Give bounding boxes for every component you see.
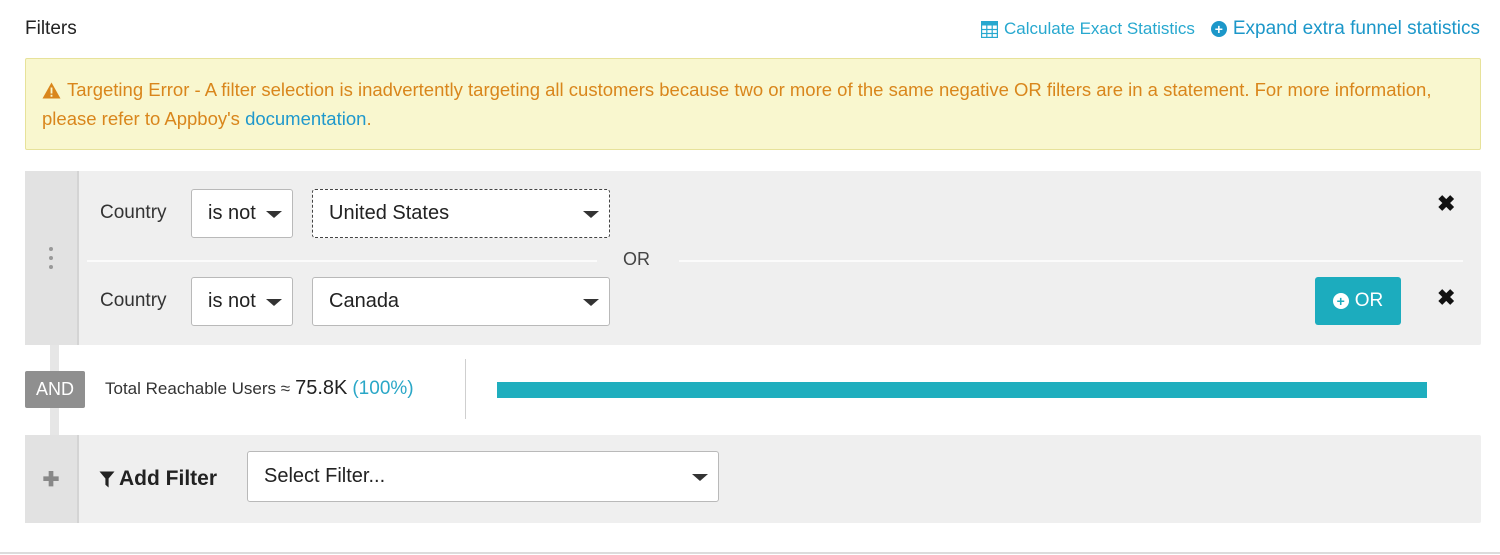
calculate-exact-statistics-link[interactable]: Calculate Exact Statistics bbox=[981, 19, 1195, 39]
reachable-users-label: Total Reachable Users ≈ bbox=[105, 379, 291, 398]
or-divider-line bbox=[87, 260, 597, 262]
filters-title: Filters bbox=[25, 18, 77, 39]
stats-divider bbox=[465, 359, 466, 419]
filter-group: Country is not United States ✖ OR Countr… bbox=[25, 171, 1481, 345]
remove-filter-row-2-icon[interactable]: ✖ bbox=[1437, 287, 1455, 309]
plus-circle-icon: + bbox=[1332, 293, 1349, 309]
or-separator-label: OR bbox=[623, 249, 650, 269]
select-filter-dropdown[interactable]: Select Filter... bbox=[247, 451, 719, 502]
filter-row-1-value-select[interactable]: United States bbox=[312, 189, 610, 238]
add-group-plus-icon[interactable]: ✚ bbox=[25, 435, 79, 523]
calculator-icon bbox=[981, 20, 998, 38]
or-divider-line bbox=[679, 260, 1463, 262]
add-filter-label: Add Filter bbox=[119, 467, 217, 490]
add-filter-row: ✚ Add Filter Select Filter... bbox=[25, 435, 1481, 523]
remove-filter-row-1-icon[interactable]: ✖ bbox=[1437, 193, 1455, 215]
chevron-down-icon bbox=[583, 298, 599, 306]
reachable-users-stats: Total Reachable Users ≈ 75.8K (100%) bbox=[105, 377, 414, 400]
header-links: Calculate Exact Statistics + Expand extr… bbox=[981, 18, 1480, 40]
chevron-down-icon bbox=[266, 210, 282, 218]
filters-header: Filters Calculate Exact Statistics + Exp… bbox=[25, 14, 1480, 48]
warning-triangle-icon bbox=[42, 82, 61, 99]
filter-row-2-operator-select[interactable]: is not bbox=[191, 277, 293, 326]
expand-funnel-statistics-link[interactable]: + Expand extra funnel statistics bbox=[1210, 18, 1480, 40]
filter-row-1-operator-value: is not bbox=[208, 202, 256, 224]
filter-row-2-value: Canada bbox=[329, 290, 400, 312]
vertical-dots-icon bbox=[49, 247, 53, 269]
select-filter-placeholder: Select Filter... bbox=[264, 465, 386, 487]
add-or-filter-button[interactable]: + OR bbox=[1315, 277, 1401, 325]
targeting-error-banner: Targeting Error - A filter selection is … bbox=[25, 58, 1481, 150]
plus-circle-icon: + bbox=[1210, 21, 1227, 37]
chevron-down-icon bbox=[692, 473, 708, 481]
add-or-filter-label: OR bbox=[1354, 290, 1384, 311]
drag-handle[interactable] bbox=[25, 171, 79, 345]
reachable-users-bar bbox=[497, 382, 1427, 398]
documentation-link[interactable]: documentation bbox=[245, 108, 366, 129]
add-filter-label-group: Add Filter bbox=[99, 467, 217, 491]
bottom-divider bbox=[0, 552, 1500, 554]
reachable-users-bar-fill bbox=[497, 382, 1427, 398]
expand-funnel-statistics-label: Expand extra funnel statistics bbox=[1232, 18, 1480, 39]
calculate-exact-statistics-label: Calculate Exact Statistics bbox=[1004, 19, 1195, 38]
filter-row-1-operator-select[interactable]: is not bbox=[191, 189, 293, 238]
filter-row-2-operator-value: is not bbox=[208, 290, 256, 312]
and-badge: AND bbox=[25, 371, 85, 408]
filter-row-2-value-select[interactable]: Canada bbox=[312, 277, 610, 326]
warning-trailing: . bbox=[366, 108, 372, 129]
filter-row-1-value: United States bbox=[329, 202, 450, 224]
filter-row-1-label: Country bbox=[100, 202, 167, 223]
reachable-users-count: 75.8K bbox=[295, 377, 348, 399]
chevron-down-icon bbox=[266, 298, 282, 306]
funnel-icon bbox=[99, 471, 115, 487]
chevron-down-icon bbox=[583, 210, 599, 218]
reachable-users-percent: (100%) bbox=[352, 378, 414, 399]
filter-row-2-label: Country bbox=[100, 290, 167, 311]
